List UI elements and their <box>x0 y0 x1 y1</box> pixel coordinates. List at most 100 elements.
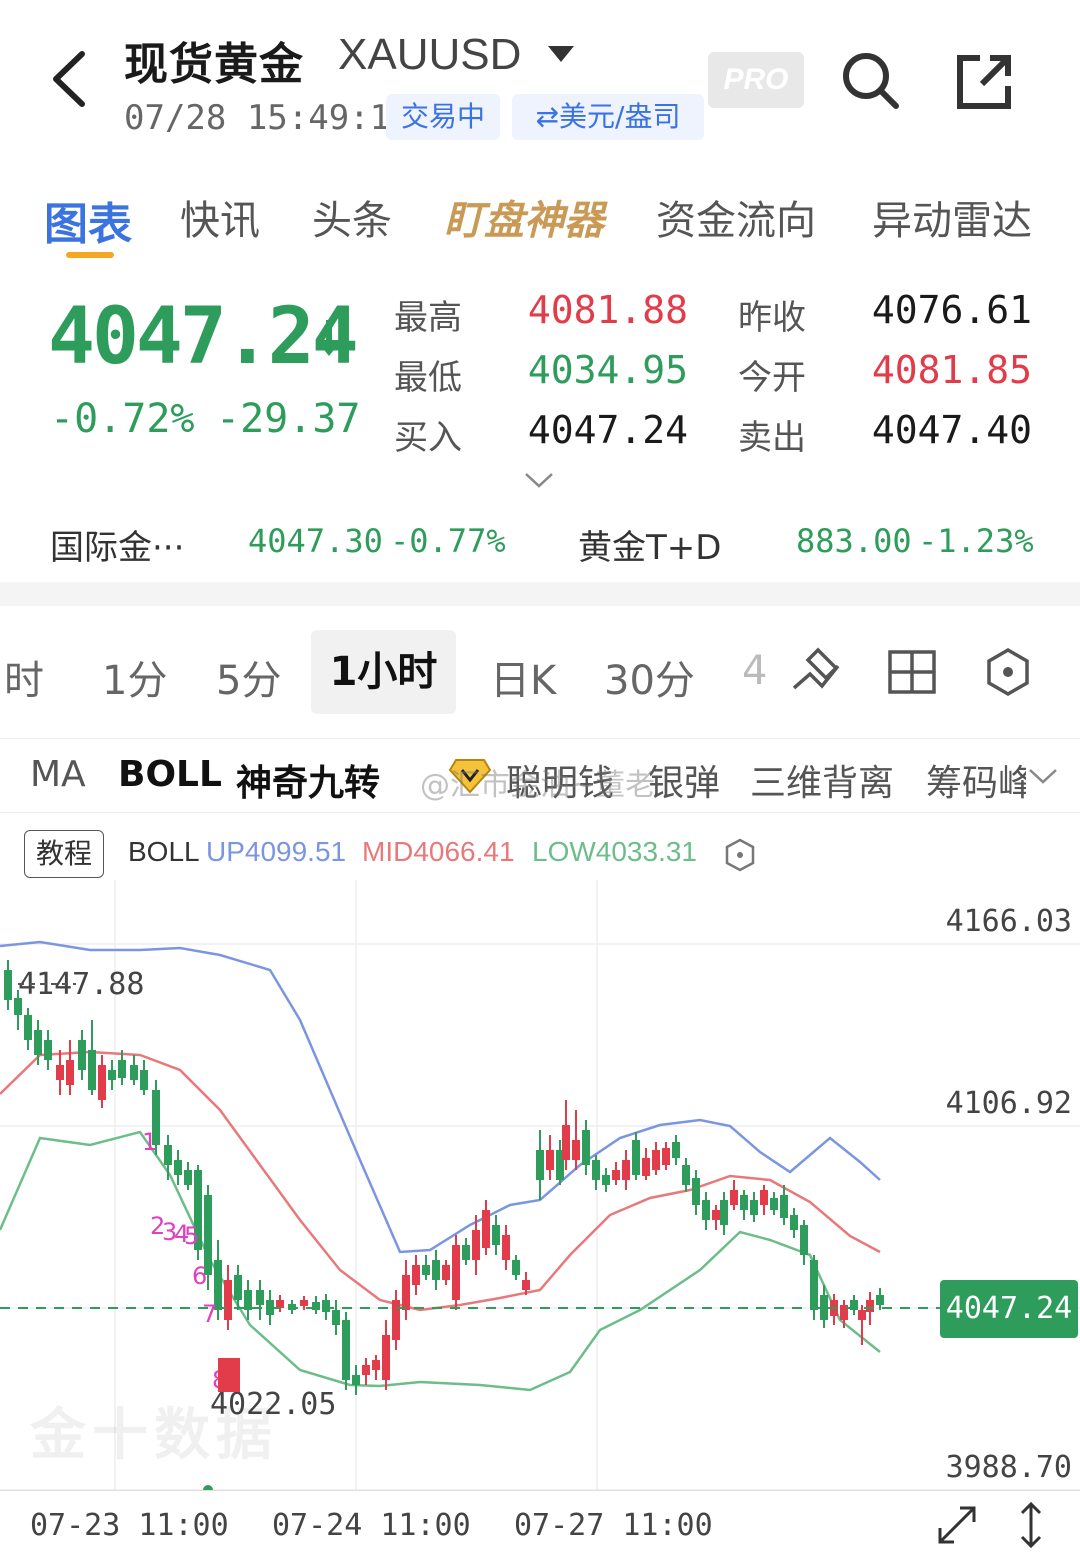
period-4hour[interactable]: 4 <box>742 648 767 694</box>
y-tick-1: 4106.92 <box>945 1086 1072 1121</box>
candle-body <box>164 1145 172 1165</box>
indicator-nine-turn[interactable]: 神奇九转 <box>236 754 380 806</box>
candle-body <box>712 1210 720 1220</box>
candle-body <box>800 1225 808 1255</box>
candle-body <box>502 1235 510 1260</box>
tab-headlines[interactable]: 头条 <box>312 188 392 246</box>
candle-body <box>452 1245 460 1300</box>
candle-body <box>234 1275 242 1300</box>
candle-body <box>512 1260 520 1275</box>
candle-body <box>672 1142 680 1158</box>
quote-time: 07/28 15:49:18 <box>124 98 411 138</box>
candle-body <box>392 1300 400 1340</box>
vertical-resize-icon[interactable] <box>1016 1500 1046 1550</box>
candle-body <box>866 1300 874 1312</box>
change-value: -29.37 <box>216 396 361 442</box>
tab-chart[interactable]: 图表 <box>44 188 132 252</box>
candle-body <box>342 1320 350 1380</box>
indicator-boll[interactable]: BOLL <box>118 754 222 795</box>
candle-body <box>720 1200 728 1225</box>
current-price-tag: 4047.24 <box>940 1280 1078 1338</box>
candle-body <box>702 1200 710 1220</box>
indicator-silver-bullet[interactable]: 银弹 <box>648 754 720 806</box>
pro-badge[interactable]: PRO <box>708 52 804 108</box>
down-arrow-icon <box>316 320 342 356</box>
candle-body <box>592 1160 600 1180</box>
candle-body <box>810 1260 818 1310</box>
candle-body <box>622 1160 630 1180</box>
chevron-down-icon[interactable] <box>524 470 554 490</box>
candle-body <box>332 1310 340 1325</box>
candle-body <box>750 1200 758 1215</box>
boll-lower-value: LOW4033.31 <box>532 836 697 867</box>
divider <box>0 738 1080 739</box>
layout-grid-icon[interactable] <box>884 644 940 700</box>
related-name-gold-td[interactable]: 黄金T+D <box>578 520 721 569</box>
period-1min[interactable]: 1分 <box>102 648 167 706</box>
nine-turn-label: 5 <box>184 1222 199 1250</box>
nine-turn-label: 7 <box>202 1300 217 1328</box>
candle-body <box>602 1175 610 1185</box>
fullscreen-icon[interactable] <box>934 1502 980 1548</box>
chevron-down-icon[interactable] <box>1028 766 1058 786</box>
candle-body <box>682 1165 690 1185</box>
candle-body <box>492 1225 500 1245</box>
tutorial-button[interactable]: 教程 <box>24 830 104 878</box>
boll-mid-value: MID4066.41 <box>362 836 515 867</box>
indicator-ma[interactable]: MA <box>30 754 86 795</box>
back-icon[interactable] <box>40 44 100 114</box>
candle-body <box>652 1150 660 1170</box>
period-daily[interactable]: 日K <box>490 648 556 706</box>
candle-body <box>536 1150 544 1180</box>
candle-body <box>760 1190 768 1205</box>
search-icon[interactable] <box>838 48 902 112</box>
candle-body <box>276 1300 284 1308</box>
related-change-gold-td: -1.23% <box>918 522 1034 560</box>
candle-body <box>472 1230 480 1260</box>
candle-body <box>412 1265 420 1285</box>
draw-tool-icon[interactable] <box>788 644 844 700</box>
indicator-chip-peak[interactable]: 筹码峰 <box>926 754 1026 806</box>
caret-down-icon[interactable] <box>548 46 574 62</box>
period-5min[interactable]: 5分 <box>216 648 281 706</box>
candle-body <box>174 1160 182 1175</box>
candle-body <box>224 1280 232 1320</box>
candle-body <box>522 1280 530 1290</box>
candle-body <box>118 1060 126 1078</box>
symbol-selector[interactable]: XAUUSD <box>338 30 521 80</box>
candle-body <box>362 1365 370 1375</box>
indicator-settings-icon[interactable] <box>724 838 756 872</box>
share-icon[interactable] <box>952 50 1016 114</box>
change-percent: -0.72% <box>50 396 195 442</box>
trading-status-badge: 交易中 <box>386 94 500 140</box>
stat-label-prev-close: 昨收 <box>738 298 806 338</box>
candle-body <box>130 1065 138 1080</box>
period-time[interactable]: 时 <box>4 648 44 706</box>
candle-body <box>442 1265 450 1280</box>
tab-watch-tool[interactable]: 盯盘神器 <box>444 188 604 246</box>
stat-value-ask: 4047.40 <box>871 408 1032 452</box>
candle-body <box>780 1195 788 1218</box>
candle-body <box>140 1070 148 1090</box>
current-price: 4047.24 <box>48 292 359 382</box>
settings-icon[interactable] <box>980 644 1036 700</box>
page-title: 现货黄金 <box>124 39 304 90</box>
stat-label-low: 最低 <box>394 358 462 398</box>
tab-anomaly-radar[interactable]: 异动雷达 <box>872 188 1032 246</box>
x-axis-line <box>0 1490 1080 1491</box>
indicator-divergence[interactable]: 三维背离 <box>750 754 894 806</box>
related-name-intl-gold[interactable]: 国际金··· <box>50 520 184 569</box>
tab-fund-flow[interactable]: 资金流向 <box>656 188 816 246</box>
unit-toggle[interactable]: ⇄美元/盎司 <box>512 94 704 140</box>
period-30min[interactable]: 30分 <box>604 648 695 706</box>
candle-body <box>34 1030 42 1055</box>
candle-body <box>422 1265 430 1275</box>
tab-news-flash[interactable]: 快讯 <box>180 188 260 246</box>
candle-body <box>432 1260 440 1280</box>
nine-turn-label: 1 <box>142 1128 157 1156</box>
period-1hour[interactable]: 1小时 <box>311 630 456 714</box>
related-price-gold-td: 883.00 <box>796 522 912 560</box>
stat-label-ask: 卖出 <box>738 418 806 458</box>
candle-body <box>858 1310 866 1320</box>
candle-body <box>244 1290 252 1310</box>
